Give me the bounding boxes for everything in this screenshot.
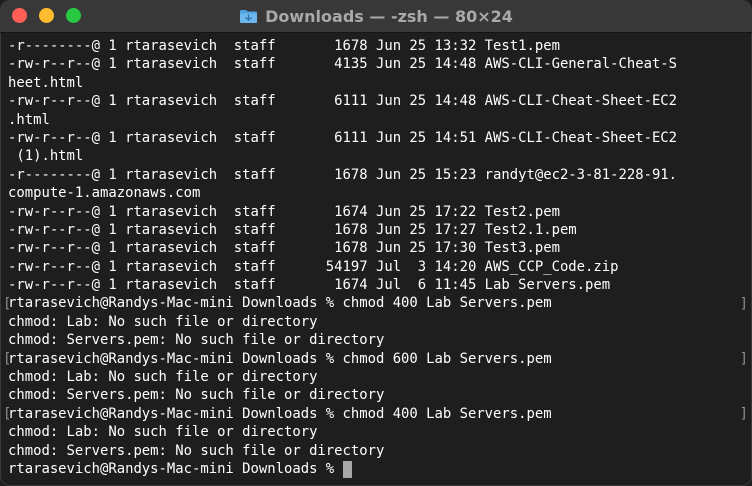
terminal-line: chmod: Servers.pem: No such file or dire…	[8, 442, 752, 460]
terminal-line-text: heet.html	[8, 74, 84, 91]
terminal-line-text: .html	[8, 111, 50, 128]
terminal-line: chmod: Lab: No such file or directory	[8, 368, 752, 386]
terminal-line: -r--------@ 1 rtarasevich staff 1678 Jun…	[8, 166, 752, 184]
terminal-line: -rw-r--r--@ 1 rtarasevich staff 6111 Jun…	[8, 129, 752, 147]
terminal-line: chmod: Servers.pem: No such file or dire…	[8, 386, 752, 404]
terminal-line-text: -rw-r--r--@ 1 rtarasevich staff 1674 Jul…	[8, 277, 611, 294]
terminal-line: compute-1.amazonaws.com	[8, 184, 752, 202]
terminal-line-text: rtarasevich@Randys-Mac-mini Downloads % …	[8, 405, 552, 422]
terminal-line-text: chmod: Servers.pem: No such file or dire…	[8, 332, 385, 349]
prompt-mark-right: ]	[739, 406, 748, 422]
terminal-line: rtarasevich@Randys-Mac-mini Downloads % …	[8, 405, 752, 423]
terminal-line-text: -rw-r--r--@ 1 rtarasevich staff 1678 Jun…	[8, 221, 577, 238]
terminal-line-text: rtarasevich@Randys-Mac-mini Downloads % …	[8, 295, 552, 312]
terminal-output[interactable]: -r--------@ 1 rtarasevich staff 1678 Jun…	[8, 37, 752, 478]
terminal-line-text: -rw-r--r--@ 1 rtarasevich staff 1678 Jun…	[8, 240, 560, 257]
terminal-line-text: chmod: Servers.pem: No such file or dire…	[8, 442, 385, 459]
terminal-line-text: (1).html	[8, 148, 84, 165]
title-group: Downloads — -zsh — 80×24	[0, 0, 752, 32]
prompt-mark-left: [	[3, 350, 12, 367]
terminal-window: Downloads — -zsh — 80×24 -r--------@ 1 r…	[0, 0, 752, 486]
terminal-line-text: -r--------@ 1 rtarasevich staff 1678 Jun…	[8, 166, 678, 183]
prompt-mark-left: [	[3, 406, 12, 422]
prompt-mark-right: ]	[739, 295, 748, 312]
terminal-line: -rw-r--r--@ 1 rtarasevich staff 6111 Jun…	[8, 92, 752, 110]
terminal-line: .html	[8, 111, 752, 129]
terminal-line-text: -rw-r--r--@ 1 rtarasevich staff 4135 Jun…	[8, 56, 678, 73]
terminal-line: -rw-r--r--@ 1 rtarasevich staff 1674 Jun…	[8, 203, 752, 221]
terminal-line: chmod: Lab: No such file or directory	[8, 423, 752, 441]
terminal-line-text: rtarasevich@Randys-Mac-mini Downloads % …	[8, 350, 552, 367]
prompt-mark-left: [	[3, 295, 12, 312]
title-bar[interactable]: Downloads — -zsh — 80×24	[0, 0, 752, 33]
terminal-line-text: -rw-r--r--@ 1 rtarasevich staff 6111 Jun…	[8, 129, 678, 146]
terminal-line: -rw-r--r--@ 1 rtarasevich staff 1678 Jun…	[8, 221, 752, 239]
terminal-line: heet.html	[8, 74, 752, 92]
window-title: Downloads — -zsh — 80×24	[265, 6, 513, 26]
folder-icon	[240, 9, 258, 23]
terminal-line-text: chmod: Servers.pem: No such file or dire…	[8, 387, 385, 404]
terminal-line-text: chmod: Lab: No such file or directory	[8, 313, 318, 330]
terminal-line: rtarasevich@Randys-Mac-mini Downloads %	[8, 460, 752, 478]
terminal-line: chmod: Lab: No such file or directory	[8, 313, 752, 331]
terminal-line: -r--------@ 1 rtarasevich staff 1678 Jun…	[8, 37, 752, 55]
scrollbar[interactable]	[748, 33, 752, 486]
terminal-line: (1).html	[8, 147, 752, 165]
terminal-line: -rw-r--r--@ 1 rtarasevich staff 1674 Jul…	[8, 276, 752, 294]
terminal-line-text: chmod: Lab: No such file or directory	[8, 424, 318, 441]
terminal-line: rtarasevich@Randys-Mac-mini Downloads % …	[8, 294, 752, 312]
prompt-mark-right: ]	[739, 350, 748, 367]
terminal-line: -rw-r--r--@ 1 rtarasevich staff 54197 Ju…	[8, 258, 752, 276]
terminal-line: -rw-r--r--@ 1 rtarasevich staff 1678 Jun…	[8, 239, 752, 257]
text-cursor	[342, 460, 352, 478]
terminal-line-text: -rw-r--r--@ 1 rtarasevich staff 6111 Jun…	[8, 93, 678, 110]
terminal-line-text: chmod: Lab: No such file or directory	[8, 369, 318, 386]
terminal-line-text: compute-1.amazonaws.com	[8, 185, 201, 202]
terminal-line-text: -rw-r--r--@ 1 rtarasevich staff 54197 Ju…	[8, 258, 619, 275]
terminal-line: rtarasevich@Randys-Mac-mini Downloads % …	[8, 350, 752, 368]
terminal-line: -rw-r--r--@ 1 rtarasevich staff 4135 Jun…	[8, 55, 752, 73]
terminal-line-text: -rw-r--r--@ 1 rtarasevich staff 1674 Jun…	[8, 203, 560, 220]
terminal-line-text: -r--------@ 1 rtarasevich staff 1678 Jun…	[8, 38, 560, 54]
terminal-line-text: rtarasevich@Randys-Mac-mini Downloads %	[8, 460, 343, 477]
terminal-line: chmod: Servers.pem: No such file or dire…	[8, 331, 752, 349]
